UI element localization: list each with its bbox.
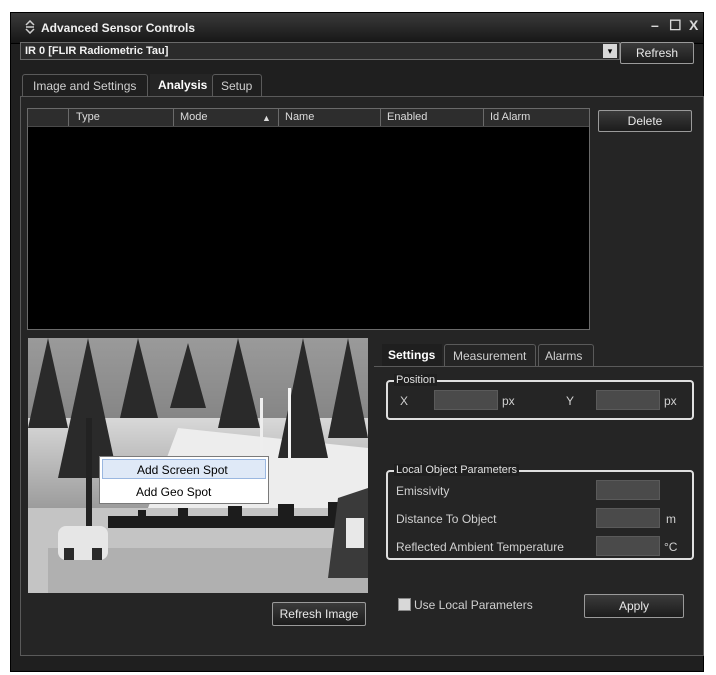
reflected-ambient-temperature-label: Reflected Ambient Temperature — [396, 540, 564, 554]
column-separator — [68, 109, 69, 126]
temperature-unit-label: °C — [664, 540, 678, 554]
local-object-parameters-group: Local Object Parameters Emissivity Dista… — [386, 464, 694, 560]
tab-measurement[interactable]: Measurement — [444, 344, 536, 366]
apply-button[interactable]: Apply — [584, 594, 684, 618]
position-group: Position X px Y px — [386, 374, 694, 420]
y-unit-label: px — [664, 394, 677, 408]
tab-setup[interactable]: Setup — [212, 74, 262, 96]
distance-to-object-field[interactable] — [596, 508, 660, 528]
emissivity-label: Emissivity — [396, 484, 450, 498]
tab-alarms[interactable]: Alarms — [538, 344, 594, 366]
spot-settings-panel: Settings Measurement Alarms Position X p… — [374, 338, 704, 628]
column-header-id-alarm[interactable]: Id Alarm — [490, 111, 530, 123]
refresh-button[interactable]: Refresh — [620, 42, 694, 64]
distance-unit-label: m — [666, 512, 676, 526]
close-button[interactable]: X — [689, 17, 698, 33]
maximize-button[interactable]: ☐ — [669, 17, 682, 34]
tab-analysis[interactable]: Analysis — [150, 74, 212, 96]
analysis-grid[interactable]: Type Mode ▲ Name Enabled Id Alarm — [27, 108, 590, 330]
reflected-ambient-temperature-field[interactable] — [596, 536, 660, 556]
app-icon — [23, 19, 37, 35]
position-group-title: Position — [394, 374, 438, 386]
column-header-enabled[interactable]: Enabled — [387, 111, 427, 123]
tab-settings[interactable]: Settings — [382, 344, 442, 366]
sort-ascending-icon: ▲ — [262, 113, 271, 123]
tab-image-and-settings[interactable]: Image and Settings — [22, 74, 148, 96]
column-separator — [278, 109, 279, 126]
column-separator — [173, 109, 174, 126]
context-menu: Add Screen Spot Add Geo Spot — [99, 456, 269, 504]
distance-to-object-label: Distance To Object — [396, 512, 497, 526]
x-position-field[interactable] — [434, 390, 498, 410]
column-header-type[interactable]: Type — [76, 111, 100, 123]
use-local-parameters-checkbox[interactable] — [398, 598, 411, 611]
y-label: Y — [566, 394, 575, 408]
x-label: X — [400, 394, 409, 408]
emissivity-field[interactable] — [596, 480, 660, 500]
delete-button[interactable]: Delete — [598, 110, 692, 132]
local-object-parameters-title: Local Object Parameters — [394, 464, 520, 476]
window-title: Advanced Sensor Controls — [41, 21, 196, 35]
add-geo-spot-menu-item[interactable]: Add Geo Spot — [102, 482, 266, 502]
column-separator — [380, 109, 381, 126]
device-select[interactable]: IR 0 [FLIR Radiometric Tau] ▾ — [20, 42, 620, 60]
x-unit-label: px — [502, 394, 515, 408]
add-screen-spot-menu-item[interactable]: Add Screen Spot — [102, 459, 266, 479]
device-select-value: IR 0 [FLIR Radiometric Tau] — [25, 45, 169, 57]
minimize-button[interactable]: – — [651, 17, 659, 33]
column-header-mode[interactable]: Mode — [180, 111, 208, 123]
use-local-parameters-label: Use Local Parameters — [414, 598, 533, 612]
chevron-down-icon[interactable]: ▾ — [603, 44, 617, 58]
y-position-field[interactable] — [596, 390, 660, 410]
grid-header: Type Mode ▲ Name Enabled Id Alarm — [28, 109, 589, 127]
column-header-name[interactable]: Name — [285, 111, 314, 123]
title-bar: Advanced Sensor Controls – ☐ X — [11, 13, 703, 44]
column-separator — [483, 109, 484, 126]
refresh-image-button[interactable]: Refresh Image — [272, 602, 366, 626]
